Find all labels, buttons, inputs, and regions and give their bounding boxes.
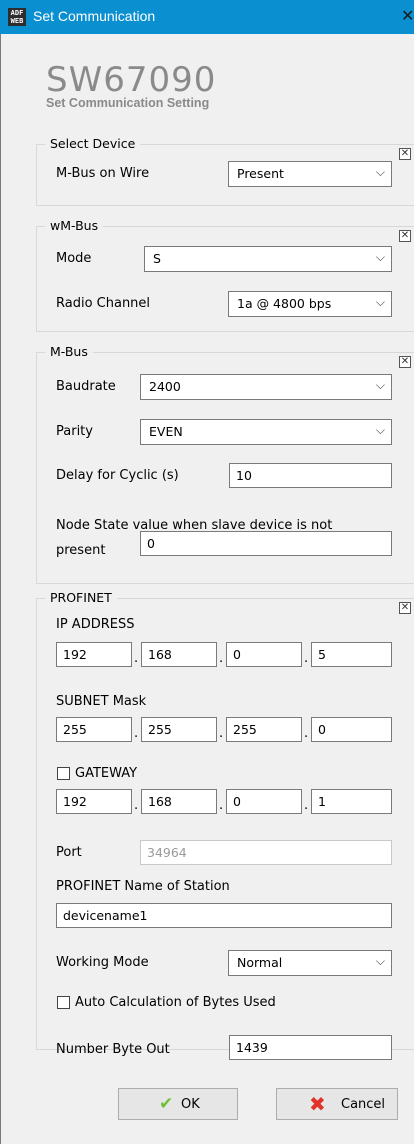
subnet-octet-4[interactable]: 0 bbox=[311, 717, 392, 742]
ip-address-label: IP ADDRESS bbox=[56, 617, 135, 632]
window-titlebar: ADF WEB Set Communication ✕ bbox=[0, 0, 414, 34]
ip-octet-1[interactable]: 192 bbox=[56, 642, 132, 667]
chevron-down-icon: ⌵ bbox=[375, 954, 385, 968]
ip-dot: . bbox=[304, 651, 309, 666]
mode-select[interactable]: S ⌵ bbox=[144, 246, 392, 272]
parity-value: EVEN bbox=[149, 424, 183, 439]
auto-calc-checkbox[interactable] bbox=[57, 996, 70, 1009]
mbus-on-wire-select[interactable]: Present ⌵ bbox=[228, 161, 392, 187]
close-icon[interactable]: ✕ bbox=[401, 6, 414, 25]
profinet-toggle-icon[interactable]: ✕ bbox=[399, 602, 411, 614]
gateway-octet-3[interactable]: 0 bbox=[226, 789, 302, 814]
radio-channel-value: 1a @ 4800 bps bbox=[237, 296, 332, 311]
subnet-mask-label: SUBNET Mask bbox=[56, 694, 147, 709]
chevron-down-icon: ⌵ bbox=[375, 165, 385, 179]
ip-dot: . bbox=[134, 651, 139, 666]
number-byte-out-input[interactable]: 1439 bbox=[229, 1035, 392, 1060]
subnet-dot: . bbox=[304, 726, 309, 741]
subnet-octet-3[interactable]: 255 bbox=[226, 717, 302, 742]
app-logo-icon: ADF WEB bbox=[8, 8, 26, 26]
mbus-toggle-icon[interactable]: ✕ bbox=[399, 356, 411, 368]
delay-cyclic-input[interactable]: 10 bbox=[229, 463, 392, 488]
working-mode-label: Working Mode bbox=[56, 955, 149, 970]
working-mode-value: Normal bbox=[237, 955, 283, 970]
mode-label: Mode bbox=[56, 251, 92, 266]
ok-label: OK bbox=[181, 1097, 200, 1112]
mbus-legend: M-Bus bbox=[45, 344, 93, 359]
select-device-toggle-icon[interactable]: ✕ bbox=[399, 148, 411, 160]
gateway-octet-2[interactable]: 168 bbox=[141, 789, 217, 814]
mbus-on-wire-value: Present bbox=[237, 166, 284, 181]
number-byte-out-label: Number Byte Out bbox=[56, 1042, 170, 1057]
subnet-dot: . bbox=[219, 726, 224, 741]
cancel-x-icon: ✖ bbox=[309, 1092, 326, 1116]
subnet-octet-1[interactable]: 255 bbox=[56, 717, 132, 742]
subnet-octet-2[interactable]: 255 bbox=[141, 717, 217, 742]
mode-value: S bbox=[153, 251, 161, 266]
radio-channel-label: Radio Channel bbox=[56, 296, 151, 311]
cancel-label: Cancel bbox=[341, 1097, 386, 1112]
working-mode-select[interactable]: Normal ⌵ bbox=[228, 950, 392, 976]
chevron-down-icon: ⌵ bbox=[375, 378, 385, 392]
parity-select[interactable]: EVEN ⌵ bbox=[140, 419, 392, 445]
delay-cyclic-label: Delay for Cyclic (s) bbox=[56, 468, 179, 483]
port-input: 34964 bbox=[140, 840, 392, 865]
select-device-legend: Select Device bbox=[45, 136, 141, 151]
parity-label: Parity bbox=[56, 424, 93, 439]
baudrate-label: Baudrate bbox=[56, 379, 116, 394]
chevron-down-icon: ⌵ bbox=[375, 423, 385, 437]
gateway-octet-4[interactable]: 1 bbox=[311, 789, 392, 814]
radio-channel-select[interactable]: 1a @ 4800 bps ⌵ bbox=[228, 291, 392, 317]
profinet-legend: PROFINET bbox=[45, 590, 117, 605]
gateway-checkbox[interactable] bbox=[57, 767, 70, 780]
ip-dot: . bbox=[219, 651, 224, 666]
wmbus-legend: wM-Bus bbox=[45, 218, 104, 233]
check-icon: ✔ bbox=[159, 1094, 174, 1114]
gateway-octet-1[interactable]: 192 bbox=[56, 789, 132, 814]
gateway-dot: . bbox=[219, 798, 224, 813]
node-state-label-line2: present bbox=[56, 543, 106, 558]
ip-octet-4[interactable]: 5 bbox=[311, 642, 392, 667]
product-subtitle: Set Communication Setting bbox=[46, 96, 210, 110]
chevron-down-icon: ⌵ bbox=[375, 250, 385, 264]
port-label: Port bbox=[56, 845, 82, 860]
product-title: SW67090 bbox=[46, 60, 217, 100]
subnet-dot: . bbox=[134, 726, 139, 741]
baudrate-value: 2400 bbox=[149, 379, 181, 394]
baudrate-select[interactable]: 2400 ⌵ bbox=[140, 374, 392, 400]
wmbus-toggle-icon[interactable]: ✕ bbox=[399, 230, 411, 242]
station-name-input[interactable]: devicename1 bbox=[56, 903, 392, 928]
gateway-dot: . bbox=[304, 798, 309, 813]
mbus-on-wire-label: M-Bus on Wire bbox=[56, 166, 150, 181]
auto-calc-label: Auto Calculation of Bytes Used bbox=[75, 995, 276, 1010]
node-state-input[interactable]: 0 bbox=[140, 531, 392, 556]
station-name-label: PROFINET Name of Station bbox=[56, 879, 230, 894]
ok-button[interactable]: ✔ OK bbox=[118, 1088, 238, 1120]
cancel-button[interactable]: ✖ Cancel bbox=[276, 1088, 398, 1120]
gateway-dot: . bbox=[134, 798, 139, 813]
ip-octet-2[interactable]: 168 bbox=[141, 642, 217, 667]
ip-octet-3[interactable]: 0 bbox=[226, 642, 302, 667]
chevron-down-icon: ⌵ bbox=[375, 295, 385, 309]
window-title: Set Communication bbox=[33, 8, 156, 24]
gateway-label: GATEWAY bbox=[75, 766, 138, 781]
